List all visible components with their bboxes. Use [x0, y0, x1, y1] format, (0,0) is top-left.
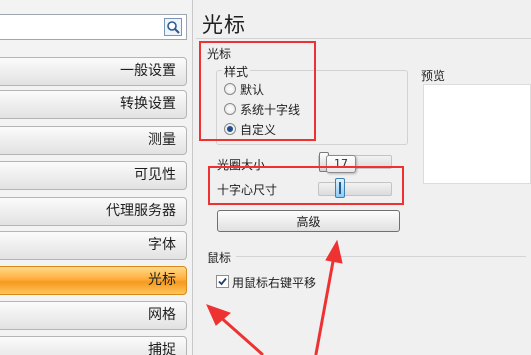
nav-item-grid[interactable]: 网格 — [0, 301, 187, 330]
nav-item-measure[interactable]: 测量 — [0, 126, 187, 155]
nav-item-conversion[interactable]: 转换设置 — [0, 90, 187, 119]
mouse-section-divider — [236, 256, 526, 257]
checkmark-icon — [218, 277, 227, 286]
advanced-button[interactable]: 高级 — [217, 210, 400, 232]
pan-checkbox-label: 用鼠标右键平移 — [232, 276, 317, 290]
mouse-section-title: 鼠标 — [207, 251, 232, 265]
search-icon[interactable] — [164, 18, 182, 36]
nav-item-font[interactable]: 字体 — [0, 231, 187, 260]
annotation-highlight-cursor-style — [199, 41, 316, 141]
nav-item-general[interactable]: 一般设置 — [0, 57, 187, 86]
preview-label: 预览 — [421, 69, 446, 83]
nav-item-proxy[interactable]: 代理服务器 — [0, 197, 187, 226]
search-field[interactable] — [0, 14, 187, 40]
nav-item-cursor[interactable]: 光标 — [0, 266, 187, 295]
cursor-preview — [423, 84, 531, 184]
pan-checkbox[interactable] — [216, 275, 229, 288]
search-input[interactable] — [3, 18, 153, 36]
settings-nav-panel: 一般设置 转换设置 测量 可见性 代理服务器 字体 光标 网格 捕捉 — [0, 0, 193, 355]
nav-item-visibility[interactable]: 可见性 — [0, 161, 187, 190]
page-title: 光标 — [202, 13, 246, 37]
nav-item-snap[interactable]: 捕捉 — [0, 336, 187, 355]
annotation-highlight-crosshair — [208, 166, 404, 205]
